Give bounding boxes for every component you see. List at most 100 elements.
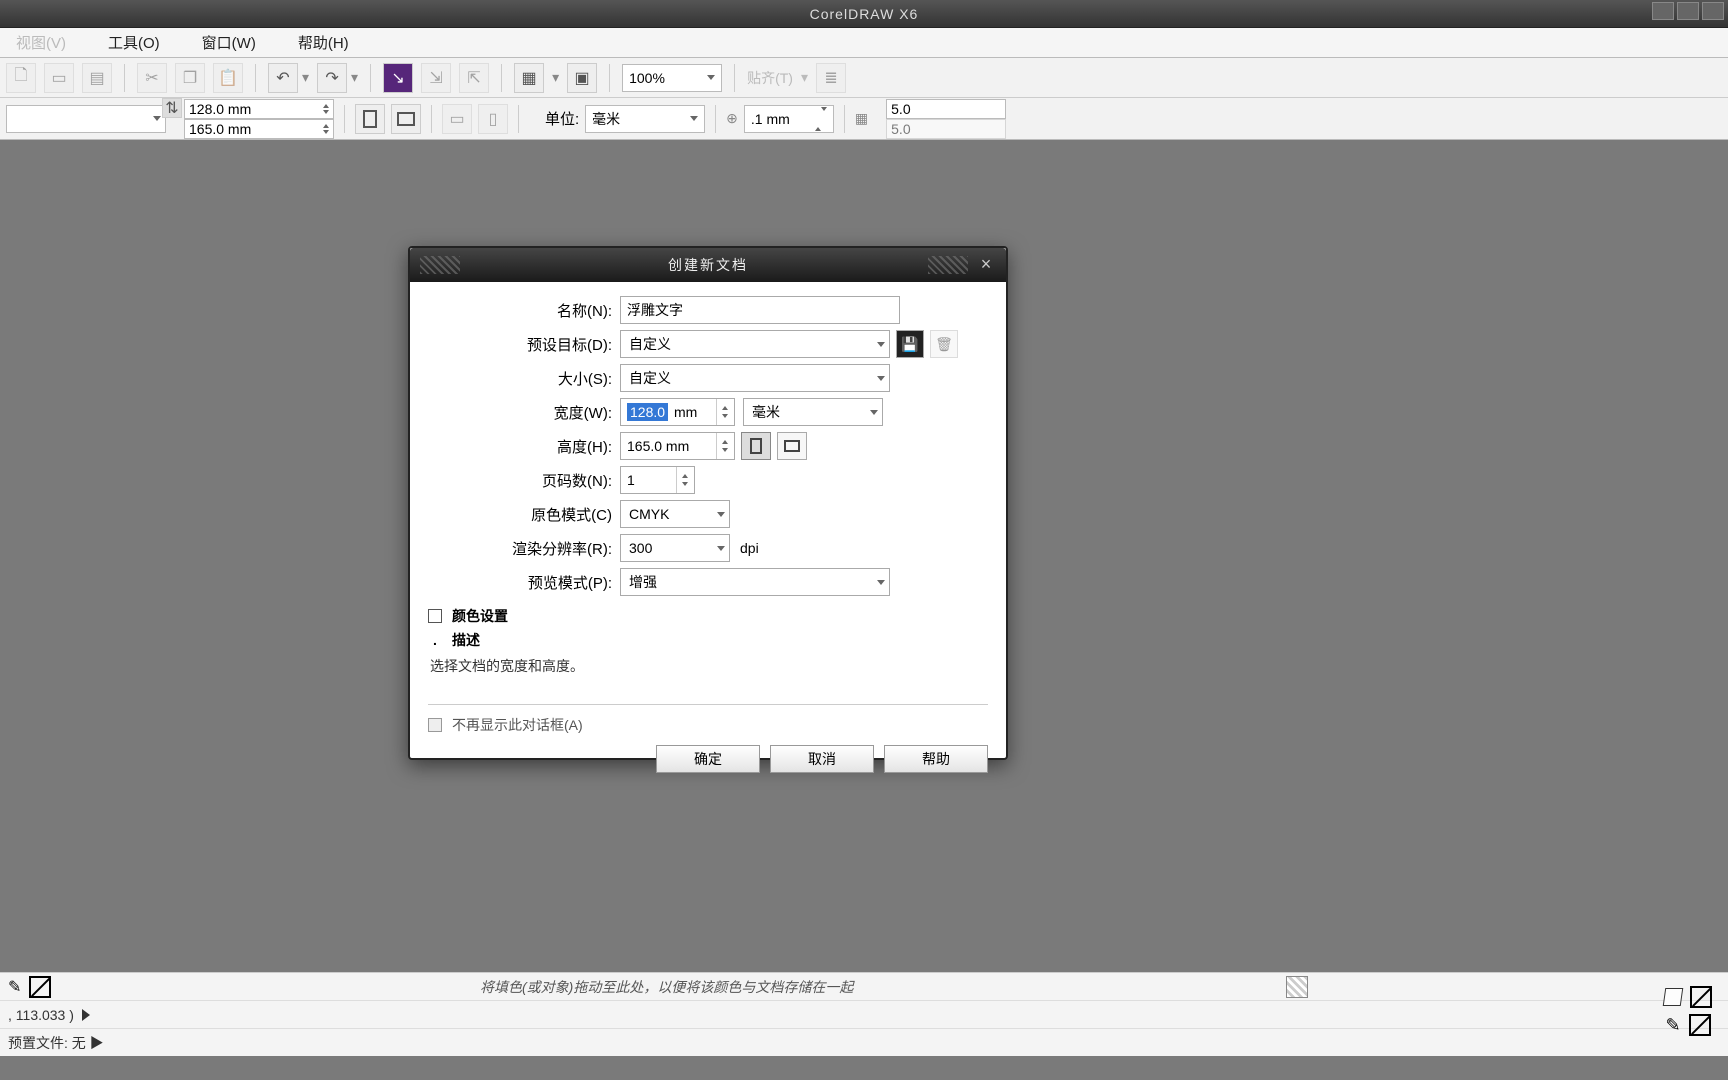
chevron-down-icon [690,116,698,121]
copy-button[interactable]: ❐ [175,63,205,93]
maximize-button[interactable] [1677,2,1699,20]
no-color-swatch[interactable] [29,976,51,998]
width-input[interactable]: 128.0 mm [620,398,735,426]
landscape-button[interactable] [391,104,421,134]
nudge-value: .1 mm [751,111,790,127]
page-height-field[interactable]: 165.0 mm [184,119,334,139]
all-pages-button[interactable]: ▭ [442,104,472,134]
close-icon[interactable]: × [976,254,998,276]
pen-icon[interactable]: ✎ [8,977,21,997]
nudge-icon: ⊕ [726,110,738,127]
close-button[interactable] [1702,2,1724,20]
status-coords: , 113.033 ) [0,1000,1728,1028]
description-expander[interactable]: . 描述 [428,630,988,650]
menu-window[interactable]: 窗口(W) [194,28,264,57]
options-button[interactable]: ≣ [816,63,846,93]
preset-combo[interactable]: 自定义 [620,330,890,358]
preview-combo[interactable]: 增强 [620,568,890,596]
dialog-title: 创建新文档 [668,255,748,275]
resolution-unit: dpi [740,540,759,556]
link-dims-icon[interactable]: ⇅ [162,98,182,118]
menu-help[interactable]: 帮助(H) [290,28,357,57]
width-spinner[interactable] [716,399,732,425]
name-input[interactable]: 浮雕文字 [620,296,900,324]
dup-x-value: 5.0 [891,101,910,117]
preset-status: 预置文件: 无 ▶ [8,1033,104,1053]
ok-button[interactable]: 确定 [656,745,760,773]
launch-button[interactable]: ▦ [514,63,544,93]
unit-label: 单位: [545,108,579,129]
chevron-down-icon [717,512,725,517]
no-fill-swatch[interactable] [1690,986,1712,1008]
save-button[interactable]: ▤ [82,63,112,93]
no-outline-swatch[interactable] [1689,1014,1711,1036]
resolution-combo[interactable]: 300 [620,534,730,562]
page-width-field[interactable]: 128.0 mm [184,99,334,119]
description-text: 选择文档的宽度和高度。 [430,656,988,676]
undo-dropdown-icon[interactable]: ▾ [302,69,309,86]
open-button[interactable]: ▭ [44,63,74,93]
outline-pen-icon[interactable]: ✎ [1665,1015,1680,1036]
color-swatch[interactable] [1286,976,1308,998]
launch-dropdown-icon[interactable]: ▾ [552,69,559,86]
orientation-landscape-button[interactable] [777,432,807,460]
width-unit-combo[interactable]: 毫米 [743,398,883,426]
height-input[interactable]: 165.0 mm [620,432,735,460]
dup-y-value: 5.0 [891,121,910,137]
export-button[interactable]: ⇲ [421,63,451,93]
preset-value: 自定义 [629,334,671,354]
dont-show-label: 不再显示此对话框(A) [452,715,583,735]
welcome-button[interactable]: ▣ [567,63,597,93]
minimize-button[interactable] [1652,2,1674,20]
cut-button[interactable]: ✂ [137,63,167,93]
separator [370,64,371,92]
pages-spinner[interactable] [676,467,692,493]
chevron-down-icon [877,376,885,381]
menu-view[interactable]: 视图(V) [8,28,74,57]
new-button[interactable]: 🗋 [6,63,36,93]
nudge-field[interactable]: .1 mm [744,105,834,133]
separator [715,105,716,133]
dont-show-checkbox[interactable]: 不再显示此对话框(A) [428,715,988,735]
delete-preset-button[interactable]: 🗑 [930,330,958,358]
separator [734,64,735,92]
play-icon[interactable] [82,1009,90,1021]
unit-combo[interactable]: 毫米 [585,105,705,133]
current-page-button[interactable]: ▯ [478,104,508,134]
colormode-combo[interactable]: CMYK [620,500,730,528]
paste-button[interactable]: 📋 [213,63,243,93]
undo-button[interactable]: ↶ [268,63,298,93]
name-value: 浮雕文字 [627,300,683,320]
redo-dropdown-icon[interactable]: ▾ [351,69,358,86]
height-spinner[interactable] [716,433,732,459]
page-size-combo[interactable] [6,105,166,133]
size-label: 大小(S): [428,368,620,389]
size-combo[interactable]: 自定义 [620,364,890,392]
expand-icon: . [428,632,442,648]
height-value: 165.0 mm [627,438,689,454]
portrait-button[interactable] [355,104,385,134]
snap-dropdown-icon[interactable]: ▾ [801,69,808,86]
import-button[interactable]: ↘ [383,63,413,93]
fill-bucket-icon[interactable] [1663,988,1684,1006]
colormode-value: CMYK [629,506,669,522]
width-unit-value: 毫米 [752,402,780,422]
color-settings-expander[interactable]: 颜色设置 [428,606,988,626]
zoom-level[interactable]: 100% [622,64,722,92]
ruler-icon: ▦ [855,110,868,127]
colormode-label: 原色模式(C) [428,504,620,525]
dup-x-field[interactable]: 5.0 [886,99,1006,119]
dialog-titlebar[interactable]: 创建新文档 × [410,248,1006,282]
orientation-portrait-button[interactable] [741,432,771,460]
cancel-button[interactable]: 取消 [770,745,874,773]
chevron-down-icon [877,580,885,585]
menu-tools[interactable]: 工具(O) [100,28,168,57]
help-button[interactable]: 帮助 [884,745,988,773]
pages-input[interactable]: 1 [620,466,695,494]
publish-button[interactable]: ⇱ [459,63,489,93]
redo-button[interactable]: ↷ [317,63,347,93]
dup-y-field[interactable]: 5.0 [886,119,1006,139]
save-preset-button[interactable]: 💾 [896,330,924,358]
unit-value: 毫米 [592,109,620,129]
titlebar: CorelDRAW X6 [0,0,1728,28]
